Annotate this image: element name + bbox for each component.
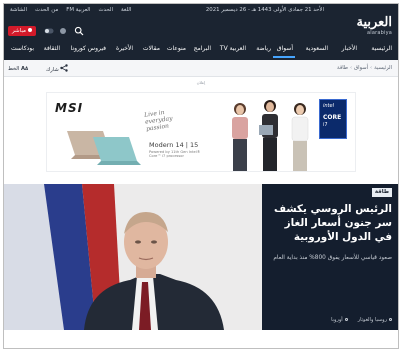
breadcrumb-energy[interactable]: طاقة — [337, 65, 348, 71]
nav-item-sports[interactable]: رياضة — [256, 45, 271, 52]
toggle-icon[interactable] — [44, 26, 54, 36]
topic-link[interactable]: روسيا والغوثار — [358, 317, 392, 323]
topic-dot-icon — [389, 318, 392, 321]
category-tag[interactable]: طاقة — [371, 188, 392, 197]
article-text-panel: طاقة الرئيس الروسي يكشف سر جنون أسعار ال… — [262, 184, 398, 330]
intel-tier-text: i7 — [323, 122, 328, 128]
search-icon[interactable] — [74, 26, 84, 36]
nav-item-culture[interactable]: الثقافة — [44, 45, 60, 52]
top-link-alarabiya-fm[interactable]: العربية FM — [66, 7, 90, 13]
breadcrumb-home[interactable]: الرئيسية — [374, 65, 392, 71]
ad-processor-text: Powered by 11th Gen Intel® Core™ i7 proc… — [149, 150, 201, 159]
advertisement-banner[interactable]: MSI Live in everyday passion Modern 14 |… — [46, 92, 356, 172]
model-person-image — [291, 103, 309, 171]
logo-latin: alarabiya — [366, 30, 392, 36]
main-nav: الرئيسية الأخبار السعودية أسواق رياضة ال… — [4, 42, 398, 58]
breadcrumb-markets[interactable]: أسواق — [354, 65, 368, 71]
share-button[interactable]: شارك — [46, 64, 69, 73]
breadcrumb: الرئيسية›أسواق›طاقة — [337, 65, 392, 71]
article-headline[interactable]: الرئيس الروسي يكشف سر جنون أسعار الغاز ف… — [266, 202, 392, 244]
model-person-image — [232, 103, 248, 171]
article-topics: روسيا والغوثار أوروبا — [331, 317, 392, 323]
topic-link[interactable]: أوروبا — [331, 317, 348, 323]
top-link-language[interactable]: اللغة — [121, 7, 131, 13]
active-nav-indicator — [273, 56, 295, 58]
live-button[interactable]: مباشر — [8, 26, 36, 36]
article-summary: صعود قياسي للأسعار يفوق 800% منذ بداية ا… — [273, 255, 392, 261]
site-logo[interactable]: العربية alarabiya — [334, 16, 392, 38]
model-person-image — [259, 100, 278, 171]
site-header: الأحد 21 جمادى الأولى 1443 هـ - 26 ديسمب… — [4, 4, 398, 60]
intel-core-badge: intel CORE i7 — [319, 99, 347, 139]
article-toolbar: الرئيسية›أسواق›طاقة شارك AA الخط — [4, 60, 398, 77]
nav-item-programs[interactable]: البرامج — [194, 45, 211, 52]
ad-brand-logo: MSI — [55, 101, 84, 115]
article-photo[interactable] — [4, 184, 262, 330]
ad-label: إعلان — [196, 80, 206, 85]
laptop-image — [67, 131, 141, 165]
top-bar: الأحد 21 جمادى الأولى 1443 هـ - 26 ديسمب… — [4, 4, 398, 16]
ad-tagline: Live in everyday passion — [143, 109, 173, 133]
live-label: مباشر — [12, 28, 26, 34]
font-size-label: الخط — [8, 66, 20, 72]
nav-item-markets[interactable]: أسواق — [277, 45, 293, 52]
top-link-from-alhadath[interactable]: من الحدث — [35, 7, 58, 13]
president-photo-image — [4, 184, 262, 330]
nav-item-latest[interactable]: الأخيرة — [116, 45, 133, 52]
live-dot-icon — [27, 28, 32, 32]
nav-item-home[interactable]: الرئيسية — [371, 45, 392, 52]
content-below-fold — [4, 330, 398, 348]
featured-article[interactable]: طاقة الرئيس الروسي يكشف سر جنون أسعار ال… — [4, 184, 398, 330]
share-label: شارك — [46, 67, 59, 73]
date-text: الأحد 21 جمادى الأولى 1443 هـ - 26 ديسمب… — [205, 7, 324, 13]
browser-viewport: الأحد 21 جمادى الأولى 1443 هـ - 26 ديسمب… — [3, 3, 399, 349]
logo-arabic: العربية — [356, 15, 392, 30]
weather-icon[interactable] — [58, 26, 68, 36]
nav-item-articles[interactable]: مقالات — [143, 45, 160, 52]
topic-label: أوروبا — [331, 317, 343, 323]
nav-item-news[interactable]: الأخبار — [342, 45, 357, 52]
top-link-alhadath[interactable]: الحدث — [98, 7, 113, 13]
nav-item-podcast[interactable]: بودكاست — [11, 45, 34, 52]
intel-core-text: CORE — [323, 114, 342, 121]
font-size-icon: AA — [20, 66, 29, 72]
top-link-screen[interactable]: الشاشة — [10, 7, 27, 13]
font-size-button[interactable]: AA الخط — [8, 64, 28, 73]
nav-item-variety[interactable]: منوعات — [167, 45, 186, 52]
intel-brand-text: intel — [323, 103, 334, 109]
nav-item-saudi[interactable]: السعودية — [306, 45, 328, 52]
topic-dot-icon — [344, 318, 348, 321]
ad-model-name: Modern 14 | 15 — [149, 141, 199, 149]
nav-item-coronavirus[interactable]: فيروس كورونا — [71, 45, 106, 52]
top-links: اللغة الحدث العربية FM من الحدث الشاشة — [10, 7, 131, 13]
topic-label: روسيا والغوثار — [357, 317, 387, 323]
share-icon — [60, 64, 69, 72]
nav-item-alarabiya-tv[interactable]: العربية TV — [220, 45, 246, 52]
